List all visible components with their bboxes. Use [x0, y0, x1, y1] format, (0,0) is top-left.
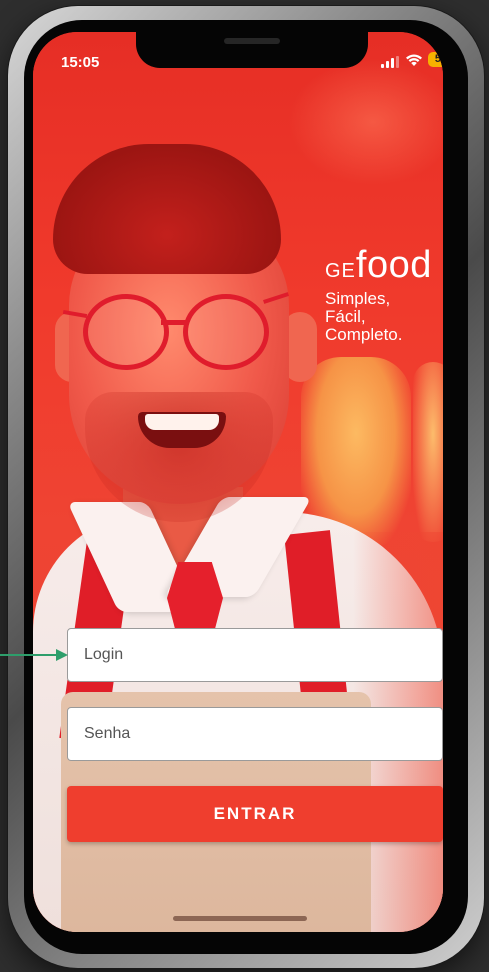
password-input[interactable] [67, 707, 443, 761]
glasses-bridge [161, 320, 187, 325]
login-input[interactable] [67, 628, 443, 682]
battery-icon: 57 [428, 52, 443, 67]
wifi-icon [406, 54, 422, 66]
speaker-grille [224, 38, 280, 44]
glasses-lens [83, 294, 169, 370]
signal-icon [381, 56, 399, 68]
phone-notch [136, 32, 368, 68]
app-screen: 15:05 57 GEfood Simples, Fácil, Completo… [33, 32, 443, 932]
glasses-lens [183, 294, 269, 370]
arrow-icon [0, 649, 68, 661]
person-teeth [145, 414, 219, 430]
tagline-line: Simples, [325, 289, 391, 308]
tagline-line: Completo. [325, 325, 403, 344]
logo-prefix: GE [325, 260, 356, 282]
status-time: 15:05 [61, 54, 100, 71]
brand-block: GEfood Simples, Fácil, Completo. [325, 246, 432, 344]
submit-button[interactable]: ENTRAR [67, 786, 443, 842]
battery-level: 57 [434, 53, 443, 65]
background-light [413, 362, 443, 542]
logo-main: food [355, 244, 432, 286]
app-logo: GEfood [325, 246, 432, 290]
home-indicator[interactable] [173, 916, 307, 921]
tagline-line: Fácil, [325, 307, 366, 326]
